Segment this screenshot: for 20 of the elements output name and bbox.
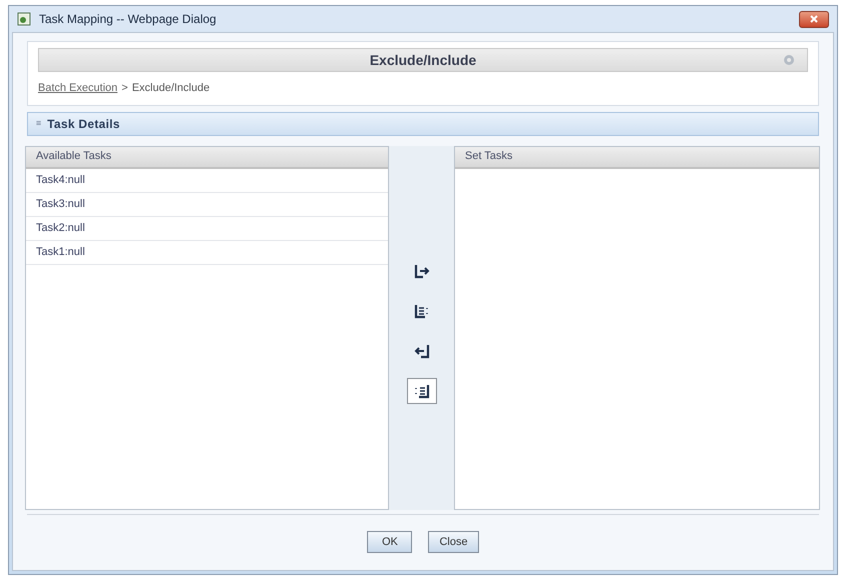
breadcrumb-separator: > [122, 81, 128, 96]
task-item[interactable]: Task1:null [26, 240, 388, 264]
task-item[interactable]: Task3:null [26, 192, 388, 216]
dialog-button[interactable]: Close [428, 531, 479, 554]
page-icon [17, 12, 31, 26]
task-item[interactable]: Task4:null [26, 168, 388, 192]
section-title: Task Details [47, 116, 120, 132]
task-item[interactable]: Task2:null [26, 216, 388, 240]
section-header[interactable]: ≡ Task Details [27, 112, 819, 136]
move-button[interactable] [406, 378, 436, 404]
window-title: Task Mapping -- Webpage Dialog [39, 11, 216, 28]
list-heading: Available Tasks [36, 149, 112, 164]
close-button[interactable] [799, 10, 829, 28]
page-title: Exclude/Include [370, 50, 476, 70]
dialog-button[interactable]: OK [367, 531, 412, 554]
breadcrumb-link[interactable]: Batch Execution [38, 80, 118, 96]
list-heading: Set Tasks [465, 149, 512, 164]
breadcrumb-current: Exclude/Include [132, 81, 210, 96]
close-icon [809, 14, 819, 24]
section-marker: ≡ [36, 116, 42, 130]
